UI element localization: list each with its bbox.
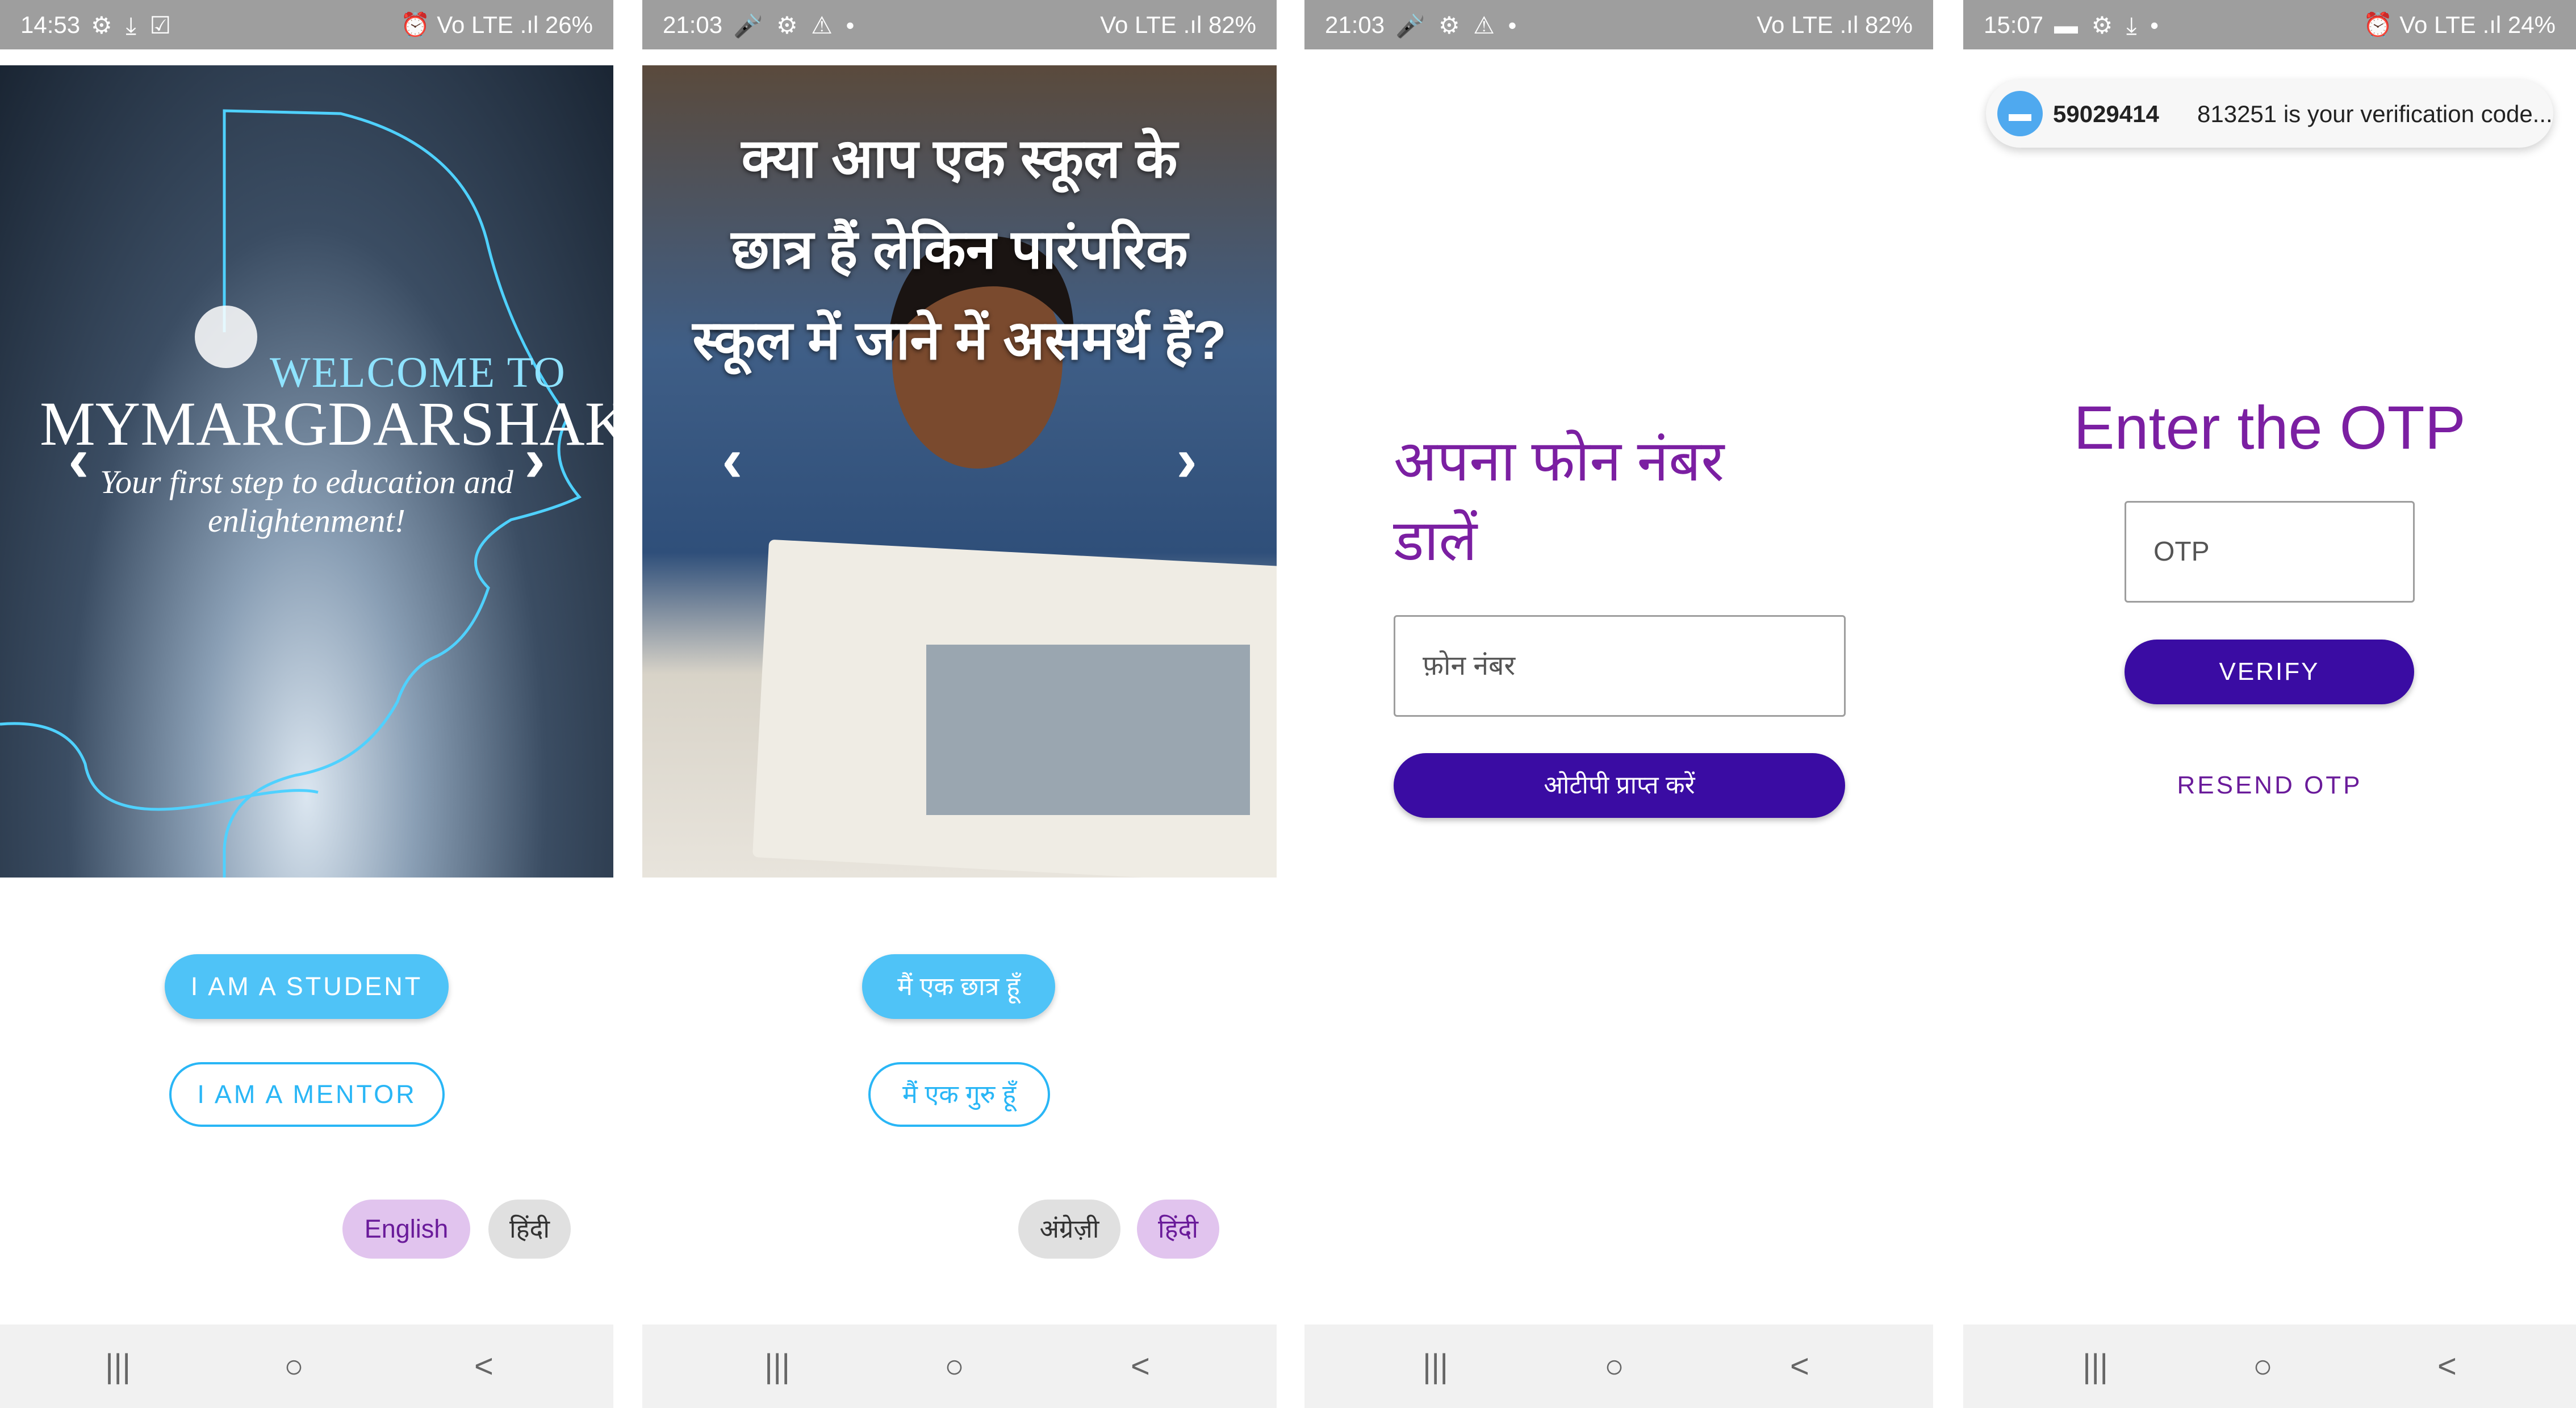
welcome-carousel[interactable]: WELCOME TO MYMARGDARSHAKA! Your first st… xyxy=(0,65,613,878)
status-right: ⏰ Vo LTE .ıl 26% xyxy=(400,11,593,38)
home-icon[interactable]: ○ xyxy=(1604,1347,1624,1385)
home-icon[interactable]: ○ xyxy=(2253,1347,2273,1385)
status-icons: ⚙ ⤓ ☑ xyxy=(91,12,175,39)
carousel-next-button[interactable]: › xyxy=(524,429,545,491)
mentor-button[interactable]: मैं एक गुरु हूँ xyxy=(868,1062,1050,1127)
phone-number-field[interactable] xyxy=(1394,615,1846,717)
home-icon[interactable]: ○ xyxy=(944,1347,964,1385)
bulb-glow xyxy=(195,306,257,368)
back-icon[interactable]: < xyxy=(474,1347,494,1385)
screen-welcome-english: 14:53 ⚙ ⤓ ☑ ⏰ Vo LTE .ıl 26% WELCOME TO … xyxy=(0,0,613,1408)
carousel-next-button[interactable]: › xyxy=(1176,429,1197,491)
status-icons: 🎤 ⚙ ⚠ • xyxy=(1395,12,1520,39)
resend-otp-link[interactable]: RESEND OTP xyxy=(1963,771,2576,800)
carousel-prev-button[interactable]: ‹ xyxy=(68,429,89,491)
hindi-carousel[interactable]: क्या आप एक स्कूल के छात्र हैं लेकिन पारं… xyxy=(642,65,1277,878)
recents-icon[interactable]: ||| xyxy=(105,1347,131,1385)
tagline-line1: Your first step to education and xyxy=(100,463,513,500)
otp-title: Enter the OTP xyxy=(2073,393,2466,462)
phone-title-line1: अपना फोन नंबर xyxy=(1394,429,1725,493)
newspaper-ad xyxy=(926,645,1250,815)
back-icon[interactable]: < xyxy=(1131,1347,1150,1385)
status-time: 15:07 xyxy=(1984,11,2044,38)
status-bar: 15:07 ▬ ⚙ ⤓ • ⏰ Vo LTE .ıl 24% xyxy=(1963,0,2576,49)
carousel-prev-button[interactable]: ‹ xyxy=(722,429,743,491)
status-icons: ▬ ⚙ ⤓ • xyxy=(2054,12,2162,39)
screen-phone-entry: 21:03 🎤 ⚙ ⚠ • Vo LTE .ıl 82% अपना फोन नं… xyxy=(1304,0,1933,1408)
mentor-button[interactable]: I AM A MENTOR xyxy=(169,1062,445,1127)
screen-otp-entry: 15:07 ▬ ⚙ ⤓ • ⏰ Vo LTE .ıl 24% ▬ 5902941… xyxy=(1963,0,2576,1408)
status-right: Vo LTE .ıl 82% xyxy=(1100,11,1256,38)
tagline-line2: enlightenment! xyxy=(208,502,405,539)
lang-chip-hindi[interactable]: हिंदी xyxy=(488,1200,571,1259)
hindi-line2: छात्र हैं लेकिन पारंपरिक xyxy=(731,219,1188,280)
nav-bar: ||| ○ < xyxy=(0,1325,613,1408)
otp-field[interactable] xyxy=(2125,501,2415,603)
status-right: ⏰ Vo LTE .ıl 24% xyxy=(2363,11,2556,38)
message-icon: ▬ xyxy=(1997,91,2043,136)
home-icon[interactable]: ○ xyxy=(284,1347,304,1385)
phone-number-input[interactable] xyxy=(1395,617,1844,715)
student-button[interactable]: मैं एक छात्र हूँ xyxy=(862,954,1055,1019)
lang-chip-hindi[interactable]: हिंदी xyxy=(1137,1200,1219,1259)
nav-bar: ||| ○ < xyxy=(1963,1325,2576,1408)
phone-title-line2: डालें xyxy=(1394,509,1478,573)
recents-icon[interactable]: ||| xyxy=(2082,1347,2108,1385)
sms-notification[interactable]: ▬ 59029414 813251 is your verification c… xyxy=(1986,80,2553,148)
back-icon[interactable]: < xyxy=(2437,1347,2457,1385)
status-time: 21:03 xyxy=(663,11,723,38)
back-icon[interactable]: < xyxy=(1790,1347,1809,1385)
status-bar: 21:03 🎤 ⚙ ⚠ • Vo LTE .ıl 82% xyxy=(1304,0,1933,49)
wire-line xyxy=(0,722,319,811)
notification-sender: 59029414 xyxy=(2053,101,2159,127)
verify-button[interactable]: VERIFY xyxy=(2125,640,2414,704)
status-right: Vo LTE .ıl 82% xyxy=(1757,11,1913,38)
hindi-line3: स्कूल में जाने में असमर्थ हैं? xyxy=(692,310,1227,371)
student-button[interactable]: I AM A STUDENT xyxy=(165,954,449,1019)
lang-chip-english[interactable]: English xyxy=(342,1200,470,1259)
status-icons: 🎤 ⚙ ⚠ • xyxy=(733,12,858,39)
status-time: 14:53 xyxy=(20,11,81,38)
hindi-line1: क्या आप एक स्कूल के xyxy=(741,128,1178,189)
notification-message: 813251 is your verification code... xyxy=(2197,101,2553,127)
lang-chip-english[interactable]: अंग्रेज़ी xyxy=(1018,1200,1120,1259)
recents-icon[interactable]: ||| xyxy=(764,1347,790,1385)
status-time: 21:03 xyxy=(1325,11,1385,38)
nav-bar: ||| ○ < xyxy=(642,1325,1277,1408)
recents-icon[interactable]: ||| xyxy=(1423,1347,1448,1385)
status-bar: 21:03 🎤 ⚙ ⚠ • Vo LTE .ıl 82% xyxy=(642,0,1277,49)
nav-bar: ||| ○ < xyxy=(1304,1325,1933,1408)
screen-welcome-hindi: 21:03 🎤 ⚙ ⚠ • Vo LTE .ıl 82% क्या आप एक … xyxy=(642,0,1277,1408)
get-otp-button[interactable]: ओटीपी प्राप्त करें xyxy=(1394,753,1845,818)
status-bar: 14:53 ⚙ ⤓ ☑ ⏰ Vo LTE .ıl 26% xyxy=(0,0,613,49)
otp-input[interactable] xyxy=(2126,503,2413,601)
